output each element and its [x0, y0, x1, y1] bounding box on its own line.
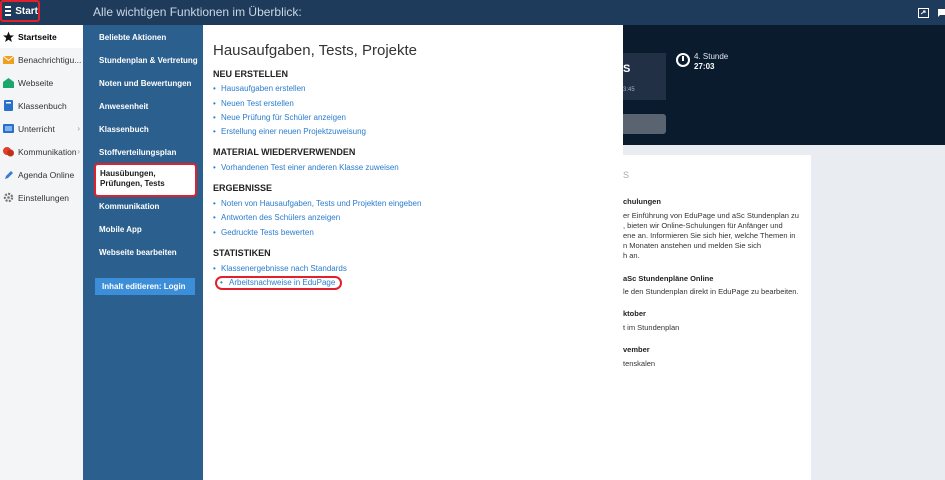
section-heading-neu-erstellen: NEU ERSTELLEN	[213, 69, 289, 79]
news-item-text: ene an. Informieren Sie sich hier, welch…	[623, 231, 796, 240]
top-right-tools	[917, 0, 945, 25]
start-menu-button[interactable]: Start	[0, 0, 40, 22]
current-period: 4. Stunde 27:03	[694, 52, 728, 72]
period-countdown: 27:03	[694, 62, 715, 71]
news-card: S chulungen er Einführung von EduPage un…	[623, 155, 811, 480]
gear-icon	[3, 192, 14, 203]
start-label: Start	[15, 5, 38, 17]
menu-item-kommunikation[interactable]: Kommunikation	[99, 202, 159, 211]
clock-icon	[676, 53, 690, 67]
book-icon	[3, 100, 14, 111]
news-item-text: , bieten wir Online-Schulungen für Anfän…	[623, 221, 783, 230]
section-heading-statistiken: STATISTIKEN	[213, 248, 271, 258]
chat-bubble-icon[interactable]	[937, 7, 945, 19]
news-item-text: n Monaten anstehen und melden Sie sich	[623, 241, 762, 250]
link-antworten-anzeigen[interactable]: Antworten des Schülers anzeigen	[213, 213, 340, 222]
link-neue-pruefung-anzeigen[interactable]: Neue Prüfung für Schüler anzeigen	[213, 113, 346, 122]
sidebar-item-label: Kommunikation	[18, 146, 77, 157]
sidebar-item-label: Einstellungen	[18, 192, 70, 203]
menu-item-webseite-bearbeiten[interactable]: Webseite bearbeiten	[99, 248, 177, 257]
news-item-text: t im Stundenplan	[623, 323, 680, 332]
news-item-title: aSc Stundenpläne Online	[623, 274, 714, 283]
star-icon	[3, 31, 14, 42]
chevron-right-icon: ›	[77, 147, 80, 156]
lesson-tile-letter: S	[623, 63, 631, 75]
menu-title: Alle wichtigen Funktionen im Überblick:	[93, 5, 302, 19]
period-label: 4. Stunde	[694, 52, 729, 61]
pencil-icon	[3, 169, 14, 180]
hamburger-icon	[5, 4, 12, 18]
menu-item-anwesenheit[interactable]: Anwesenheit	[99, 102, 148, 111]
sidebar-item-agenda-online[interactable]: Agenda Online	[0, 163, 83, 186]
section-heading-ergebnisse: ERGEBNISSE	[213, 183, 273, 193]
sidebar-item-label: Klassenbuch	[18, 100, 67, 111]
menu-item-mobile-app[interactable]: Mobile App	[99, 225, 142, 234]
link-tests-bewerten[interactable]: Gedruckte Tests bewerten	[213, 228, 314, 237]
sidebar-item-label: Benachrichtigu...	[18, 54, 82, 65]
lesson-tile[interactable]: S 3:45	[623, 53, 666, 100]
screen-icon[interactable]	[917, 7, 929, 19]
top-bar: Start Alle wichtigen Funktionen im Überb…	[0, 0, 945, 25]
news-item-text: tenskalen	[623, 359, 656, 368]
sidebar-item-kommunikation[interactable]: Kommunikation ›	[0, 140, 83, 163]
sidebar-item-startseite[interactable]: Startseite	[0, 25, 83, 48]
chat-icon	[3, 146, 14, 157]
sidebar-item-label: Unterricht	[18, 123, 55, 134]
news-item-title: ktober	[623, 309, 646, 318]
menu-item-noten[interactable]: Noten und Bewertungen	[99, 79, 191, 88]
panel-title: Hausaufgaben, Tests, Projekte	[213, 42, 418, 59]
content-panel: Hausaufgaben, Tests, Projekte NEU ERSTEL…	[203, 25, 623, 480]
sidebar-item-label: Webseite	[18, 77, 54, 88]
link-neuen-test-erstellen[interactable]: Neuen Test erstellen	[213, 99, 294, 108]
sidebar-item-einstellungen[interactable]: Einstellungen	[0, 186, 83, 209]
chevron-right-icon: ›	[77, 124, 80, 133]
sidebar-item-label: Agenda Online	[18, 169, 75, 180]
news-item-title: vember	[623, 345, 650, 354]
dashboard-header-band	[623, 25, 945, 145]
dashboard-gray-button[interactable]	[623, 114, 666, 134]
sidebar-item-label: Startseite	[18, 31, 57, 42]
mail-icon	[3, 54, 14, 65]
sidebar-item-unterricht[interactable]: Unterricht ›	[0, 117, 83, 140]
news-item-text: h an.	[623, 251, 640, 260]
left-sidebar: Startseite Benachrichtigu... Webseite Kl…	[0, 25, 83, 480]
link-neue-projektzuweisung[interactable]: Erstellung einer neuen Projektzuweisung	[213, 127, 366, 136]
sidebar-item-benachrichtigungen[interactable]: Benachrichtigu...	[0, 48, 83, 71]
class-icon	[3, 123, 14, 134]
link-klassenergebnisse[interactable]: Klassenergebnisse nach Standards	[213, 264, 347, 273]
link-test-zuweisen[interactable]: Vorhandenen Test einer anderen Klasse zu…	[213, 163, 399, 172]
sidebar-item-klassenbuch[interactable]: Klassenbuch	[0, 94, 83, 117]
news-heading: S	[623, 170, 630, 180]
menu-item-stundenplan[interactable]: Stundenplan & Vertretung	[99, 56, 198, 65]
news-item-text: le den Stundenplan direkt in EduPage zu …	[623, 287, 799, 296]
website-icon	[3, 77, 14, 88]
menu-item-beliebte-aktionen[interactable]: Beliebte Aktionen	[99, 33, 166, 42]
news-item-text: er Einführung von EduPage und aSc Stunde…	[623, 211, 799, 220]
lesson-tile-time: 3:45	[623, 87, 635, 93]
link-noten-eingeben[interactable]: Noten von Hausaufgaben, Tests und Projek…	[213, 199, 421, 208]
sidebar-item-webseite[interactable]: Webseite	[0, 71, 83, 94]
menu-item-hausuebungen[interactable]: Hausübungen, Prüfungen, Tests	[94, 163, 197, 197]
edit-content-login-button[interactable]: Inhalt editieren: Login	[95, 278, 195, 295]
news-item-title: chulungen	[623, 197, 661, 206]
link-arbeitsnachweise[interactable]: Arbeitsnachweise in EduPage	[215, 276, 343, 290]
section-heading-material: MATERIAL WIEDERVERWENDEN	[213, 147, 356, 157]
link-hausaufgaben-erstellen[interactable]: Hausaufgaben erstellen	[213, 84, 305, 93]
menu-item-klassenbuch[interactable]: Klassenbuch	[99, 125, 149, 134]
menu-item-stoffverteilungsplan[interactable]: Stoffverteilungsplan	[99, 148, 176, 157]
function-menu: Beliebte Aktionen Stundenplan & Vertretu…	[83, 25, 203, 480]
